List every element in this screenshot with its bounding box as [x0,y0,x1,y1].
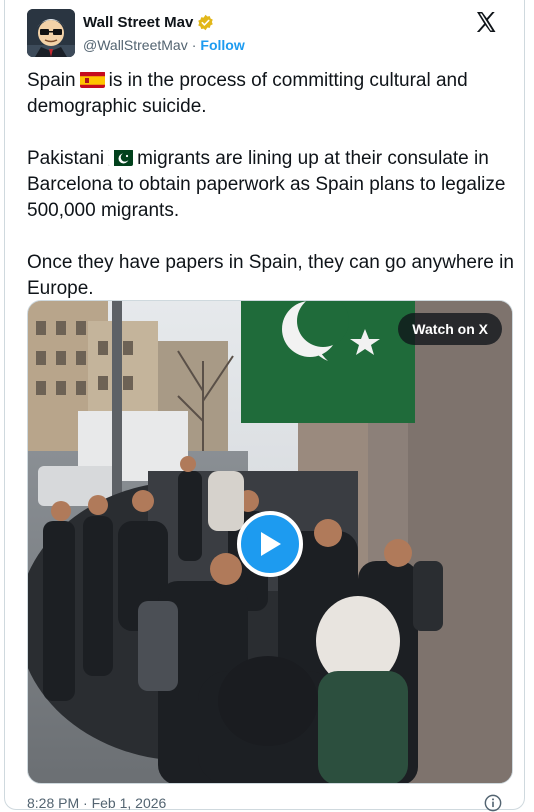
author-handle[interactable]: @WallStreetMav [83,37,188,53]
avatar[interactable] [27,9,75,57]
tweet-text: Spain is in the process of committing cul… [27,68,517,328]
tweet-timestamp[interactable]: 8:28 PM · Feb 1, 2026 [27,795,166,811]
play-button[interactable] [237,511,303,577]
info-icon[interactable] [484,794,502,812]
verified-badge-icon [198,14,214,31]
handle-separator: · [191,37,197,53]
author-handle-row: @WallStreetMav · Follow [83,37,245,53]
spain-flag-icon [79,71,105,88]
play-icon [261,532,281,556]
watch-on-x-button[interactable]: Watch on X [398,313,502,345]
tweet-text-spain: Spain [27,70,76,91]
tweet-paragraph-2: Pakistani migrants are lining up at their… [27,146,517,224]
tweet-text-pakistani: Pakistani [27,148,105,169]
video-thumbnail[interactable]: Watch on X [27,300,513,784]
tweet-card: Wall Street Mav @WallStreetMav · Follow … [4,0,525,812]
tweet-paragraph-3: Once they have papers in Spain, they can… [27,252,514,299]
follow-button[interactable]: Follow [200,37,244,53]
author-name-row: Wall Street Mav [83,14,214,31]
author-display-name[interactable]: Wall Street Mav [83,14,193,31]
x-logo-icon[interactable] [474,10,498,34]
pakistan-flag-icon [108,149,134,166]
tweet-paragraph-1: Spain is in the process of committing cul… [27,68,517,120]
